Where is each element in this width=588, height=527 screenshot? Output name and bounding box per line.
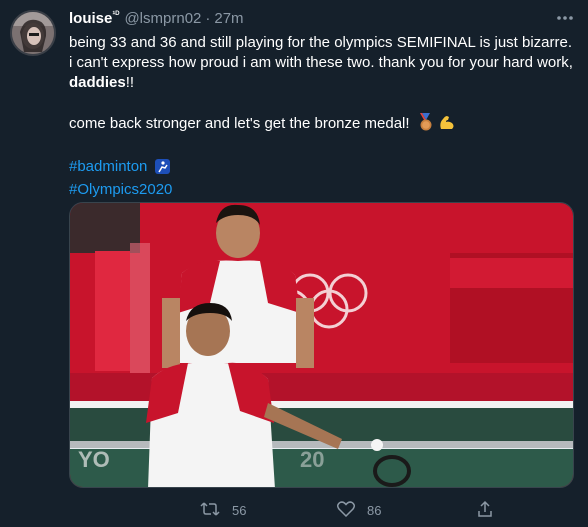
hashtag-list: #badminton #Olympics2020 [69,157,574,200]
retweet-count: 56 [232,502,247,518]
tweet-card[interactable]: louise¹ᴰ @lsmprn02 · 27m being 33 and 36… [0,0,588,527]
share-icon [476,500,494,521]
retweet-button[interactable]: 56 [200,498,246,522]
tweet-media-photo[interactable]: YO 20 [69,202,574,488]
display-name[interactable]: louise¹ᴰ [69,9,119,27]
more-icon[interactable] [554,10,576,26]
hashtag-badminton[interactable]: #badminton [69,157,574,180]
bold-text: daddies [69,74,126,91]
tweet-text: being 33 and 36 and still playing for th… [69,33,574,200]
tweet-header: louise¹ᴰ @lsmprn02 · 27m [69,9,244,29]
hashtag-olympics2020[interactable]: #Olympics2020 [69,180,574,200]
tweet-actions: 56 86 [69,498,574,522]
svg-text:YO: YO [78,447,110,472]
bronze-medal-icon [417,113,435,137]
user-handle[interactable]: @lsmprn02 [124,10,201,27]
svg-text:20: 20 [300,447,324,472]
share-button[interactable] [476,498,494,522]
flexed-biceps-icon [438,113,456,137]
like-count: 86 [367,502,382,518]
like-button[interactable]: 86 [336,498,382,522]
tweet-paragraph-2: come back stronger and let's get the bro… [69,113,574,137]
separator-dot: · [205,10,211,27]
avatar[interactable] [10,10,56,56]
timestamp[interactable]: 27m [214,10,243,27]
like-icon [336,500,356,520]
retweet-icon [200,501,220,520]
badminton-icon [154,159,170,180]
tweet-paragraph-1: being 33 and 36 and still playing for th… [69,34,573,91]
